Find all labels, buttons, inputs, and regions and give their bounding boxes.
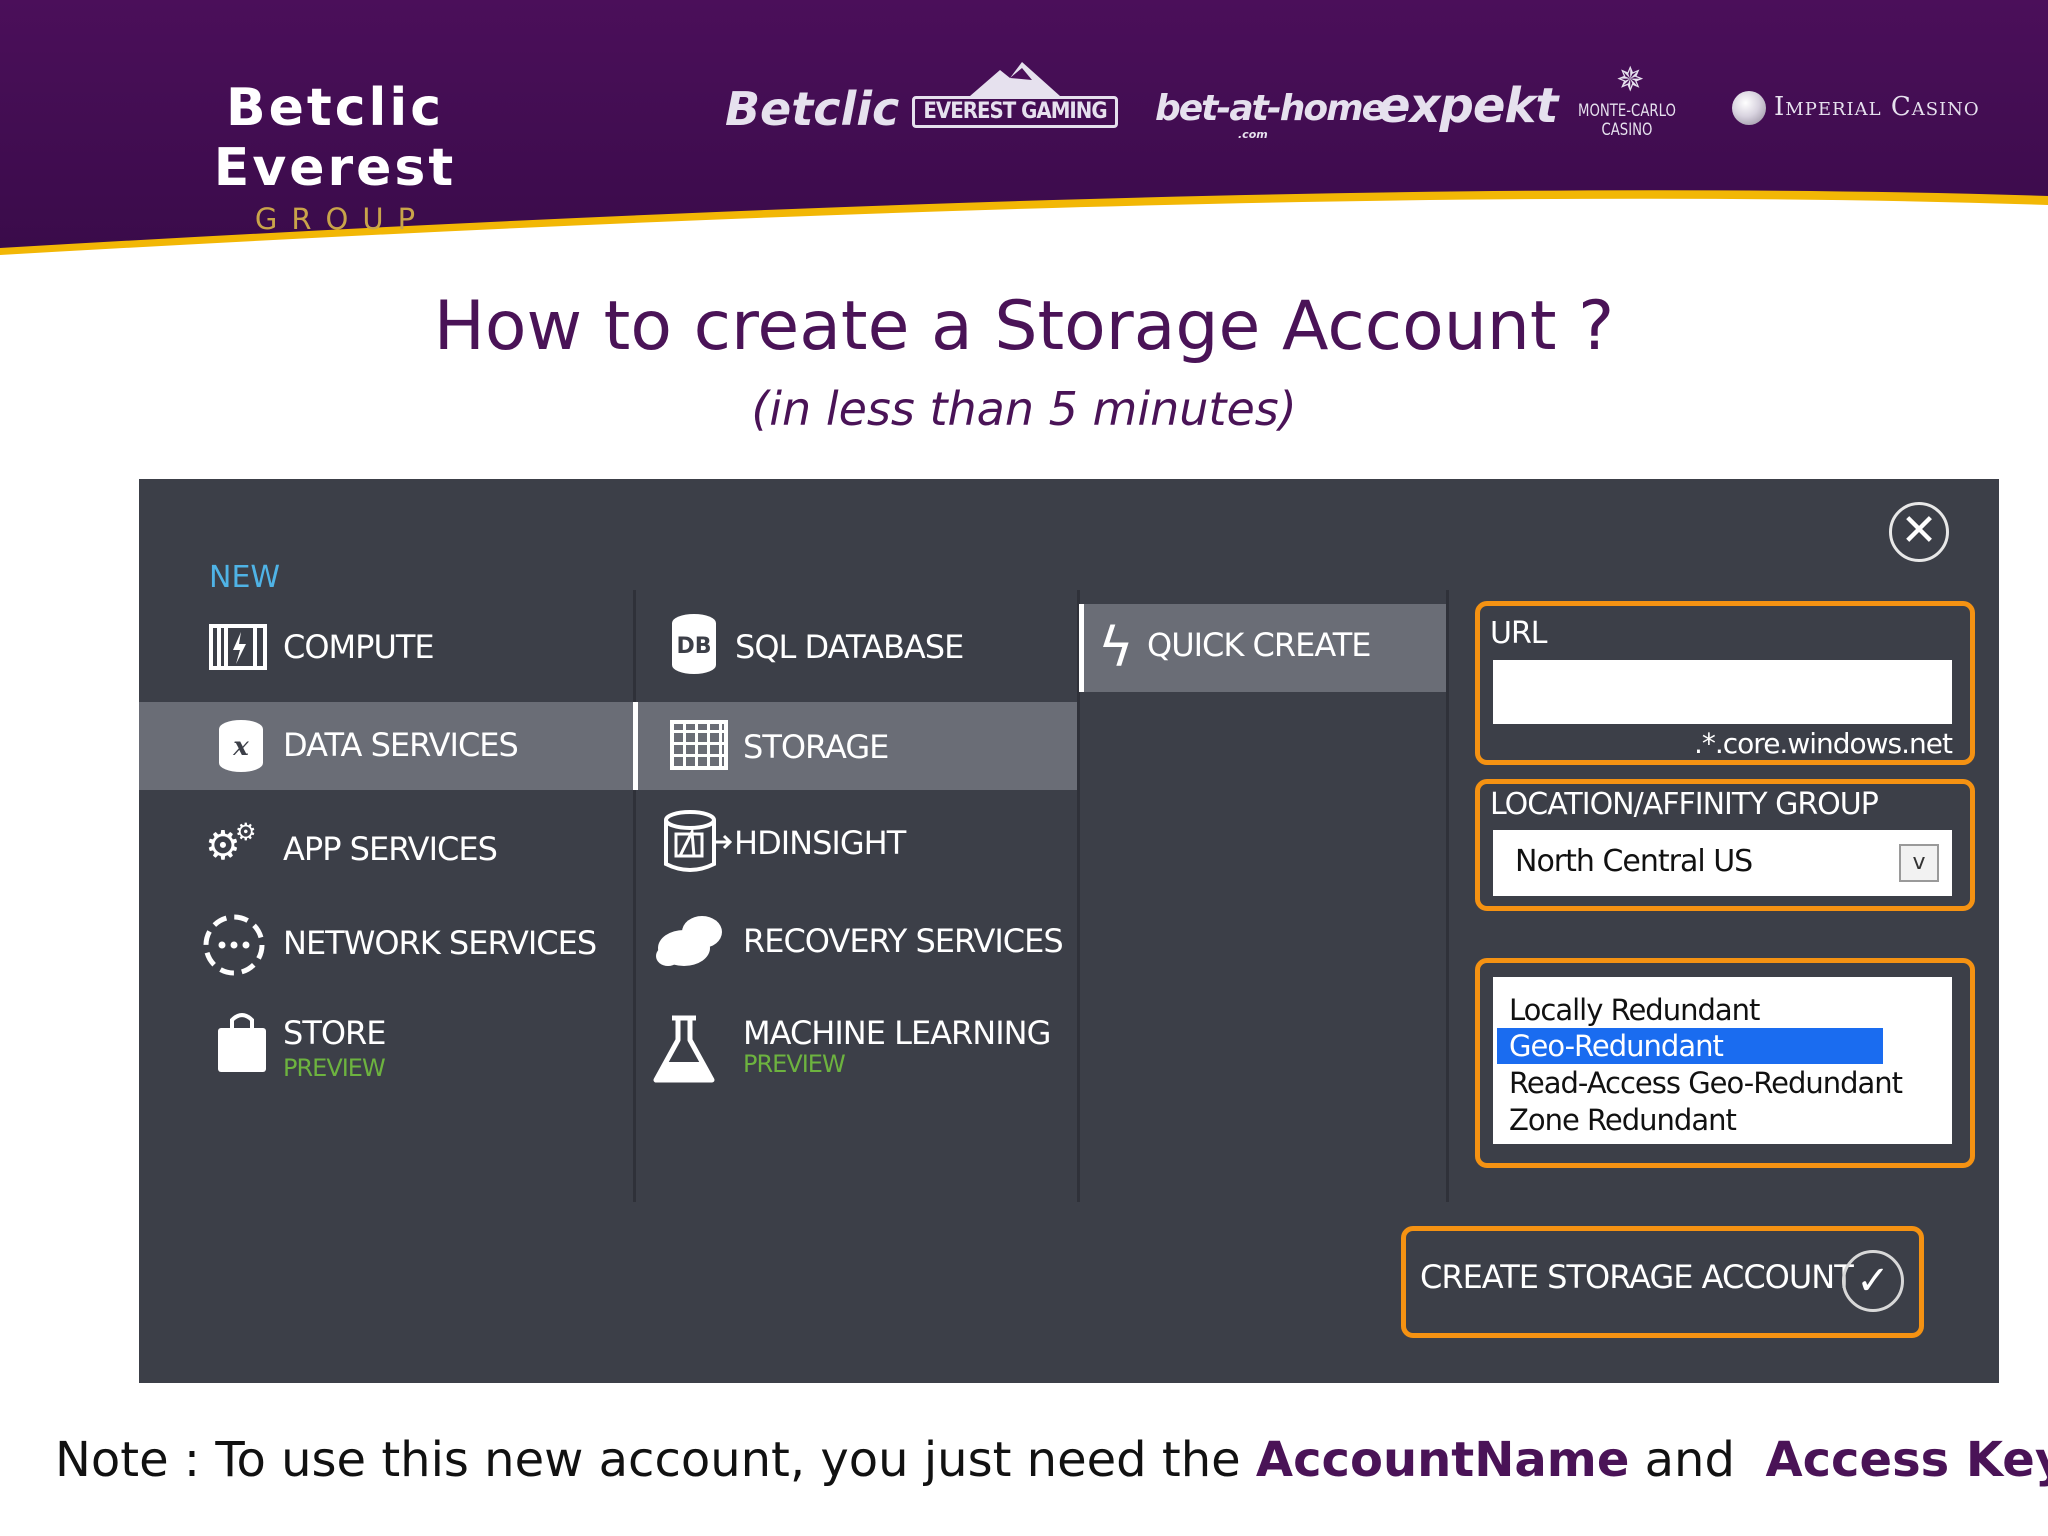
replication-option[interactable]: Zone Redundant: [1497, 1102, 1737, 1138]
header-banner: Betclic Everest GROUP Betclic EVEREST GA…: [0, 0, 2048, 275]
url-input[interactable]: [1493, 660, 1952, 724]
footer-note: Note : To use this new account, you just…: [55, 1432, 2048, 1488]
replication-option[interactable]: Read-Access Geo-Redundant: [1497, 1065, 1903, 1101]
checkmark-icon[interactable]: ✓: [1842, 1250, 1904, 1312]
quick-create-option[interactable]: ϟ QUICK CREATE: [1079, 604, 1446, 692]
nav-item-label: APP SERVICES: [283, 830, 498, 868]
brand-sub: GROUP: [254, 202, 430, 236]
create-storage-account-label[interactable]: CREATE STORAGE ACCOUNT: [1420, 1258, 1854, 1296]
imperial-casino-ball-icon: [1732, 91, 1766, 125]
compute-icon: [209, 624, 267, 670]
nav-item-label: DATA SERVICES: [283, 726, 519, 764]
service-item-label: HDINSIGHT: [734, 824, 906, 862]
service-item-label: MACHINE LEARNING: [743, 1014, 1051, 1052]
service-item-machine-learning[interactable]: MACHINE LEARNING PREVIEW: [636, 1000, 1077, 1088]
service-item-label: RECOVERY SERVICES: [743, 922, 1064, 960]
brand-logo: Betclic Everest GROUP: [115, 78, 555, 236]
chevron-down-icon[interactable]: v: [1899, 844, 1939, 882]
hdinsight-icon: [664, 810, 733, 872]
replication-option-selected[interactable]: Geo-Redundant: [1497, 1028, 1883, 1064]
replication-option[interactable]: Locally Redundant: [1497, 992, 1760, 1028]
mountain-icon: [970, 62, 1060, 96]
recovery-services-icon: [656, 916, 722, 966]
service-item-storage[interactable]: STORAGE: [633, 702, 1077, 790]
service-item-label: STORAGE: [743, 728, 889, 766]
url-suffix: .*.core.windows.net: [1693, 727, 1953, 760]
data-services-icon: x: [219, 720, 263, 772]
location-select[interactable]: North Central US v: [1493, 830, 1952, 896]
nav-item-label: COMPUTE: [283, 628, 435, 666]
bet-at-home-com: .com: [1238, 128, 1268, 141]
bet-at-home-logo: bet-at-home: [1155, 88, 1386, 129]
betclic-logo: Betclic: [725, 82, 900, 136]
sql-database-icon: DB: [672, 614, 716, 674]
store-icon: [218, 1013, 266, 1072]
preview-badge: PREVIEW: [283, 1054, 386, 1082]
note-middle: and: [1629, 1432, 1766, 1488]
slide-title: How to create a Storage Account ?: [433, 287, 1615, 366]
nav-item-data-services[interactable]: x DATA SERVICES: [139, 702, 633, 790]
note-access-keys: Access Keys: [1765, 1432, 2048, 1488]
nav-item-label: NETWORK SERVICES: [283, 924, 597, 962]
expekt-logo: expekt: [1378, 78, 1558, 134]
service-item-sql-database[interactable]: DB SQL DATABASE: [636, 604, 1077, 692]
note-prefix: Note : To use this new account, you just…: [55, 1432, 1256, 1488]
monte-carlo-text: MONTE-CARLO: [1578, 101, 1676, 121]
machine-learning-icon: [653, 1015, 715, 1083]
lightning-icon: ϟ: [1098, 616, 1134, 679]
quick-create-label: QUICK CREATE: [1147, 626, 1372, 664]
location-value: North Central US: [1515, 844, 1753, 879]
close-button[interactable]: ✕: [1889, 502, 1949, 562]
gear-icon: ⚙: [235, 818, 257, 846]
new-label: NEW: [209, 560, 281, 595]
casino-text: CASINO: [1601, 120, 1653, 140]
service-item-hdinsight[interactable]: HDINSIGHT: [636, 800, 1077, 888]
column-divider: [1446, 590, 1449, 1202]
nav-item-network-services[interactable]: NETWORK SERVICES: [139, 900, 633, 988]
note-account-name: AccountName: [1255, 1432, 1630, 1488]
nav-item-store[interactable]: STORE PREVIEW: [139, 1002, 633, 1090]
url-label: URL: [1490, 616, 1548, 651]
nav-item-label: STORE: [283, 1014, 386, 1052]
preview-badge: PREVIEW: [743, 1050, 846, 1078]
brand-name: Betclic Everest: [213, 78, 457, 198]
nav-item-compute[interactable]: COMPUTE: [139, 604, 633, 692]
slide-subtitle: (in less than 5 minutes): [751, 382, 1297, 436]
monte-carlo-star-icon: ✵: [1616, 60, 1645, 100]
service-item-recovery-services[interactable]: RECOVERY SERVICES: [636, 900, 1077, 988]
imperial-casino-logo: Imperial Casino: [1774, 92, 1980, 122]
network-services-icon: [203, 914, 265, 976]
location-label: LOCATION/AFFINITY GROUP: [1490, 787, 1879, 822]
service-item-label: SQL DATABASE: [735, 628, 964, 666]
nav-item-app-services[interactable]: ⚙ ⚙ APP SERVICES: [139, 806, 633, 894]
monte-carlo-logo: MONTE-CARLO CASINO: [1578, 102, 1676, 140]
everest-gaming-logo: EVEREST GAMING: [912, 96, 1118, 128]
replication-listbox[interactable]: Locally Redundant Geo-Redundant Read-Acc…: [1493, 977, 1952, 1144]
storage-icon: [670, 720, 728, 770]
